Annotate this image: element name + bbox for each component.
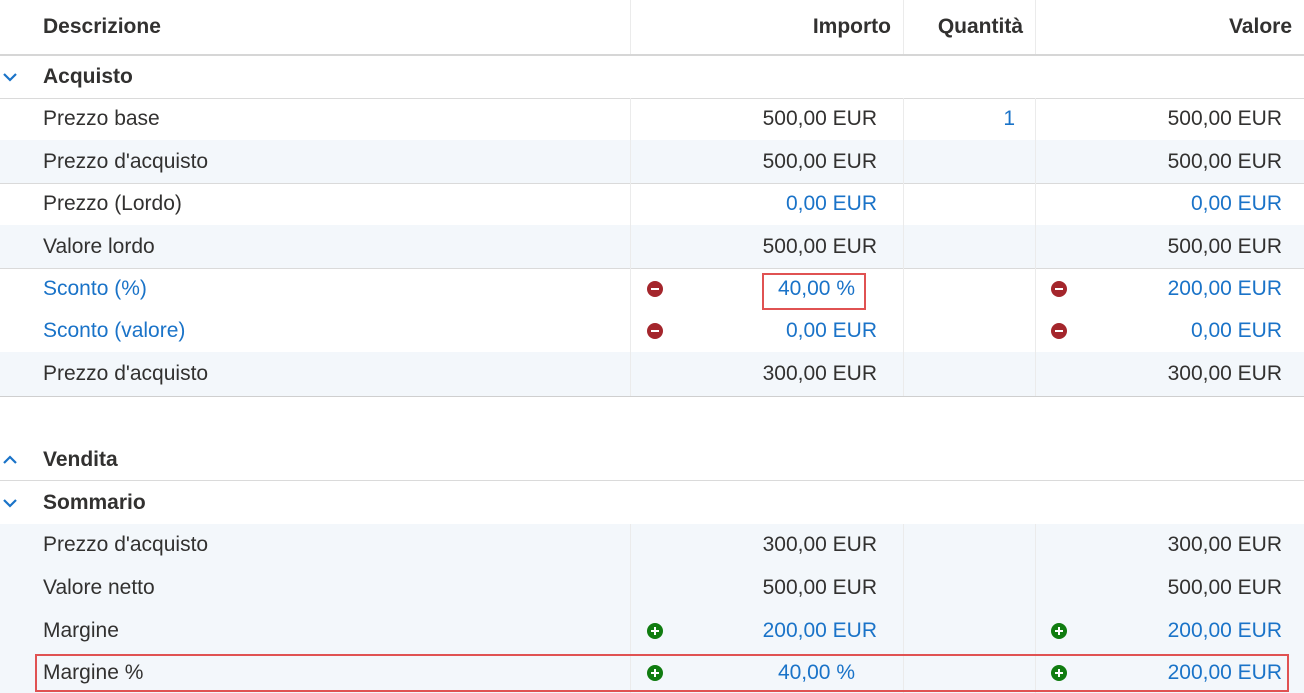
column-header-label: Quantità xyxy=(937,15,1023,38)
row-label: Prezzo d'acquisto xyxy=(43,533,209,556)
importo-link[interactable]: 0,00 EUR xyxy=(786,192,877,216)
importo-value: 500,00 EUR xyxy=(762,575,877,599)
row-label: Valore lordo xyxy=(43,234,155,258)
row-label: Margine xyxy=(43,618,119,642)
table-row: Margine 200,00 EUR 200,00 EUR xyxy=(0,609,1304,653)
group-row-sommario[interactable]: Sommario xyxy=(0,481,1304,525)
importo-value: 500,00 EUR xyxy=(762,107,877,130)
valore-value: 500,00 EUR xyxy=(1167,234,1282,258)
valore-link[interactable]: 0,00 EUR xyxy=(1191,192,1282,216)
valore-value: 500,00 EUR xyxy=(1167,575,1282,599)
valore-link[interactable]: 200,00 EUR xyxy=(1168,619,1282,643)
column-header-descrizione[interactable]: Descrizione xyxy=(30,0,630,54)
valore-value: 500,00 EUR xyxy=(1167,107,1282,130)
quantita-link[interactable]: 1 xyxy=(1003,107,1015,131)
table-header: Descrizione Importo Quantità Valore xyxy=(0,0,1304,56)
table-row: Prezzo d'acquisto 300,00 EUR 300,00 EUR xyxy=(0,524,1304,567)
valore-value: 300,00 EUR xyxy=(1167,362,1282,385)
group-row-acquisto[interactable]: Acquisto xyxy=(0,56,1304,99)
plus-circle-icon[interactable] xyxy=(1051,622,1067,639)
group-row-vendita[interactable]: Vendita xyxy=(0,440,1304,480)
importo-link[interactable]: 0,00 EUR xyxy=(786,319,877,343)
chevron-down-icon[interactable] xyxy=(2,497,18,509)
table-row: Valore netto 500,00 EUR 500,00 EUR xyxy=(0,566,1304,610)
minus-circle-icon[interactable] xyxy=(1051,281,1067,297)
minus-circle-icon[interactable] xyxy=(647,323,663,339)
valore-link[interactable]: 200,00 EUR xyxy=(1168,277,1282,301)
chevron-up-icon[interactable] xyxy=(2,454,18,466)
column-header-label: Descrizione xyxy=(43,15,161,38)
importo-value: 500,00 EUR xyxy=(762,149,877,173)
row-label: Valore netto xyxy=(43,575,155,599)
group-title: Sommario xyxy=(43,490,146,514)
highlight-box-margine-percent xyxy=(35,654,1289,692)
row-label: Prezzo d'acquisto xyxy=(43,149,209,173)
valore-value: 300,00 EUR xyxy=(1167,533,1282,556)
table-row: Prezzo d'acquisto 500,00 EUR 500,00 EUR xyxy=(0,140,1304,184)
chevron-down-icon[interactable] xyxy=(2,71,18,83)
column-header-label: Importo xyxy=(812,15,891,38)
column-header-quantita[interactable]: Quantità xyxy=(903,0,1035,54)
group-title: Vendita xyxy=(43,448,118,471)
table-row: Valore lordo 500,00 EUR 500,00 EUR xyxy=(0,225,1304,269)
minus-circle-icon[interactable] xyxy=(647,281,663,297)
valore-link[interactable]: 0,00 EUR xyxy=(1191,319,1282,343)
sconto-valore-link[interactable]: Sconto (valore) xyxy=(43,319,185,343)
table-row: Prezzo base 500,00 EUR 1 500,00 EUR xyxy=(0,98,1304,140)
column-header-label: Valore xyxy=(1228,15,1292,38)
sconto-percent-link[interactable]: Sconto (%) xyxy=(43,277,147,301)
highlight-box-sconto xyxy=(762,273,866,310)
row-label: Prezzo base xyxy=(43,107,160,130)
importo-value: 300,00 EUR xyxy=(762,362,877,385)
group-title: Acquisto xyxy=(43,65,133,88)
row-label: Prezzo d'acquisto xyxy=(43,362,209,385)
column-header-importo[interactable]: Importo xyxy=(630,0,903,54)
importo-value: 500,00 EUR xyxy=(762,234,877,258)
valore-value: 500,00 EUR xyxy=(1167,149,1282,173)
minus-circle-icon[interactable] xyxy=(1051,323,1067,339)
plus-circle-icon[interactable] xyxy=(647,622,663,639)
importo-link[interactable]: 200,00 EUR xyxy=(763,619,877,643)
table-row: Prezzo (Lordo) 0,00 EUR 0,00 EUR xyxy=(0,183,1304,225)
column-header-valore[interactable]: Valore xyxy=(1035,0,1304,54)
row-label: Prezzo (Lordo) xyxy=(43,192,182,215)
table-row: Sconto (%) 40,00 % 200,00 EUR xyxy=(0,268,1304,310)
table-row: Prezzo d'acquisto 300,00 EUR 300,00 EUR xyxy=(0,352,1304,397)
importo-value: 300,00 EUR xyxy=(762,533,877,556)
table-row: Sconto (valore) 0,00 EUR 0,00 EUR xyxy=(0,310,1304,352)
